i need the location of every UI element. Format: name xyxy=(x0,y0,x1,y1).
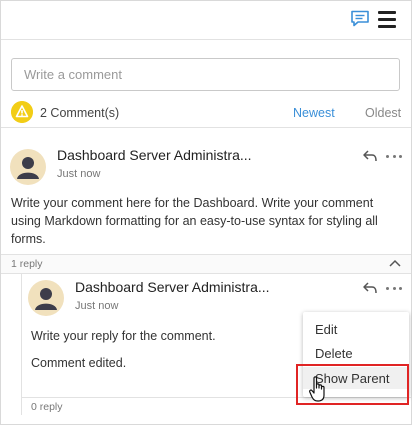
menu-item-edit[interactable]: Edit xyxy=(303,318,409,340)
comment-timestamp: Just now xyxy=(57,168,101,180)
user-icon xyxy=(35,288,57,310)
reply-icon[interactable] xyxy=(362,281,378,295)
reply-count: 0 reply xyxy=(31,401,63,413)
comment-input-wrapper xyxy=(11,58,400,91)
menu-item-delete[interactable]: Delete xyxy=(303,342,409,364)
edited-note: Comment edited. xyxy=(31,356,127,370)
reply-icon[interactable] xyxy=(362,149,378,163)
reply-author: Dashboard Server Administra... xyxy=(75,279,270,295)
comment-input[interactable] xyxy=(12,59,399,90)
menu-item-label: Edit xyxy=(315,322,338,337)
sort-oldest-link[interactable]: Oldest xyxy=(365,106,401,120)
avatar xyxy=(10,149,46,185)
comments-panel: 2 Comment(s) Newest Oldest Dashboard Ser… xyxy=(0,0,412,425)
hamburger-menu-icon[interactable] xyxy=(378,11,396,28)
sort-newest-link[interactable]: Newest xyxy=(293,106,335,120)
comment-count: 2 Comment(s) xyxy=(40,106,120,120)
reply-count: 1 reply xyxy=(11,258,43,270)
reply-timestamp: Just now xyxy=(75,300,119,312)
reply-body: Write your reply for the comment. xyxy=(31,329,216,343)
more-options-icon[interactable] xyxy=(386,285,402,291)
comment-summary-row: 2 Comment(s) Newest Oldest xyxy=(1,99,411,128)
avatar xyxy=(28,280,64,316)
comment-icon[interactable] xyxy=(350,10,370,28)
comment-body: Write your comment here for the Dashboar… xyxy=(11,196,378,246)
warning-icon xyxy=(11,101,33,123)
reply-count-bar: 1 reply xyxy=(1,254,411,274)
top-toolbar xyxy=(1,1,411,40)
hand-cursor-icon xyxy=(309,376,325,402)
menu-item-label: Delete xyxy=(315,346,353,361)
chevron-up-icon[interactable] xyxy=(389,258,401,268)
more-options-icon[interactable] xyxy=(386,153,402,159)
comment-author: Dashboard Server Administra... xyxy=(57,147,252,163)
user-icon xyxy=(17,157,39,179)
